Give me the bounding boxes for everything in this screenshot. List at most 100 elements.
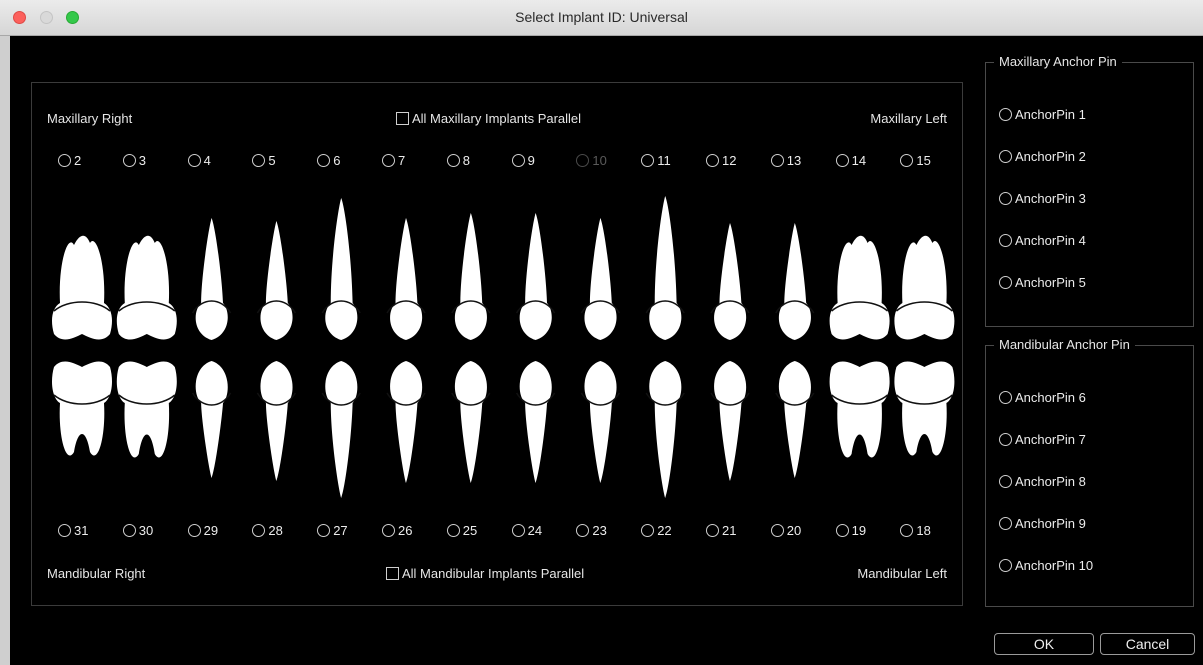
anchor-pin-radio[interactable]: AnchorPin 10	[999, 558, 1093, 573]
radio-circle[interactable]	[999, 234, 1012, 247]
upper-tooth	[580, 218, 621, 340]
upper-tooth-shape	[829, 235, 890, 340]
lower-tooth	[256, 361, 297, 481]
tooth-radio-29[interactable]: 29	[187, 523, 218, 538]
upper-tooth-shape	[390, 218, 423, 340]
radio-circle[interactable]	[252, 524, 266, 537]
radio-circle[interactable]	[511, 524, 525, 537]
lower-tooth-shape	[519, 361, 552, 483]
radio-circle[interactable]	[58, 524, 71, 537]
upper-tooth-shape	[778, 223, 811, 340]
tooth-radio-19[interactable]: 19	[835, 523, 867, 538]
radio-circle[interactable]	[641, 524, 655, 537]
radio-circle[interactable]	[122, 524, 136, 537]
radio-circle[interactable]	[999, 391, 1012, 404]
tooth-radio-24[interactable]: 24	[511, 523, 543, 538]
mandibular-left-label: Mandibular Left	[857, 566, 947, 581]
tooth-number-label: 24	[527, 523, 543, 538]
radio-circle[interactable]	[576, 524, 590, 537]
anchor-pin-label: AnchorPin 6	[1015, 390, 1086, 405]
all-mandibular-parallel-checkbox[interactable]: All Mandibular Implants Parallel	[386, 566, 584, 581]
lower-tooth-shape	[829, 361, 890, 458]
window-edge	[0, 36, 10, 665]
anchor-pin-radio[interactable]: AnchorPin 7	[999, 432, 1086, 447]
radio-circle[interactable]	[835, 524, 849, 537]
anchor-pin-radio[interactable]: AnchorPin 3	[999, 191, 1086, 206]
anchor-pin-radio[interactable]: AnchorPin 5	[999, 275, 1086, 290]
tooth-number-label: 27	[333, 523, 348, 538]
lower-tooth-shape	[778, 361, 811, 478]
lower-tooth	[116, 361, 177, 458]
cancel-button[interactable]: Cancel	[1100, 633, 1195, 655]
radio-circle[interactable]	[382, 524, 395, 537]
lower-tooth-shape	[52, 361, 112, 456]
radio-circle[interactable]	[999, 517, 1012, 530]
tooth-radio-30[interactable]: 30	[122, 523, 153, 538]
anchor-pin-radio[interactable]: AnchorPin 8	[999, 474, 1086, 489]
anchor-pin-label: AnchorPin 8	[1015, 474, 1086, 489]
tooth-radio-27[interactable]: 27	[317, 523, 348, 538]
mandibular-right-label: Mandibular Right	[47, 566, 146, 581]
checkbox-label: All Mandibular Implants Parallel	[402, 566, 585, 581]
upper-tooth-shape	[52, 235, 112, 340]
radio-circle[interactable]	[999, 192, 1012, 205]
anchor-pin-radio[interactable]: AnchorPin 4	[999, 233, 1086, 248]
tooth-radio-21[interactable]: 21	[706, 523, 736, 538]
radio-circle[interactable]	[999, 276, 1012, 289]
upper-tooth	[710, 223, 750, 340]
lower-tooth	[894, 361, 955, 456]
anchor-pin-label: AnchorPin 4	[1015, 233, 1086, 248]
lower-tooth-shape	[649, 361, 682, 498]
tooth-radio-22[interactable]: 22	[641, 523, 672, 538]
tooth-radio-18[interactable]: 18	[900, 523, 931, 538]
radio-circle[interactable]	[900, 524, 914, 537]
mandibular-anchor-pin-title: Mandibular Anchor Pin	[994, 337, 1135, 352]
tooth-radio-31[interactable]: 31	[58, 523, 88, 538]
radio-circle[interactable]	[999, 433, 1012, 446]
anchor-pin-label: AnchorPin 9	[1015, 516, 1086, 531]
radio-circle[interactable]	[999, 150, 1012, 163]
radio-circle[interactable]	[446, 524, 460, 537]
lower-tooth	[321, 361, 361, 498]
window-title: Select Implant ID: Universal	[515, 9, 688, 25]
lower-tooth-shape	[390, 361, 423, 483]
anchor-pin-radio[interactable]: AnchorPin 6	[999, 390, 1086, 405]
checkbox-box[interactable]	[386, 567, 399, 580]
upper-tooth	[191, 218, 232, 340]
anchor-pin-radio[interactable]: AnchorPin 9	[999, 516, 1086, 531]
anchor-pin-radio[interactable]: AnchorPin 2	[999, 149, 1086, 164]
radio-circle[interactable]	[187, 524, 201, 537]
ok-button[interactable]: OK	[994, 633, 1094, 655]
lower-tooth-shape	[714, 361, 747, 481]
tooth-radio-26[interactable]: 26	[382, 523, 412, 538]
anchor-pin-label: AnchorPin 3	[1015, 191, 1086, 206]
radio-circle[interactable]	[999, 108, 1012, 121]
radio-circle[interactable]	[317, 524, 331, 537]
tooth-radio-28[interactable]: 28	[252, 523, 283, 538]
lower-tooth	[451, 361, 491, 483]
mandibular-anchor-pin-group: Mandibular Anchor Pin AnchorPin 6 AnchorP…	[985, 337, 1194, 607]
maxillary-anchor-pin-group: Maxillary Anchor Pin AnchorPin 1 AnchorPi…	[985, 54, 1194, 327]
tooth-number-label: 28	[268, 523, 283, 538]
lower-tooth-shape	[894, 361, 955, 456]
tooth-radio-25[interactable]: 25	[446, 523, 478, 538]
anchor-pin-radio[interactable]: AnchorPin 1	[999, 107, 1086, 122]
tooth-radio-23[interactable]: 23	[576, 523, 607, 538]
anchor-pin-label: AnchorPin 1	[1015, 107, 1086, 122]
lower-tooth-shape	[454, 361, 487, 483]
lower-tooth-shape	[325, 361, 358, 498]
tooth-number-label: 19	[851, 523, 867, 538]
radio-circle[interactable]	[999, 559, 1012, 572]
tooth-radio-20[interactable]: 20	[770, 523, 801, 538]
lower-tooth-shape	[195, 361, 228, 478]
upper-tooth	[775, 223, 815, 340]
upper-tooth	[645, 196, 685, 340]
tooth-number-label: 25	[462, 523, 478, 538]
anchor-pin-label: AnchorPin 10	[1015, 558, 1094, 573]
lower-tooth-shape	[116, 361, 177, 458]
lower-tooth	[515, 361, 556, 483]
upper-tooth-shape	[584, 218, 617, 340]
radio-circle[interactable]	[706, 524, 719, 537]
radio-circle[interactable]	[999, 475, 1012, 488]
radio-circle[interactable]	[770, 524, 784, 537]
